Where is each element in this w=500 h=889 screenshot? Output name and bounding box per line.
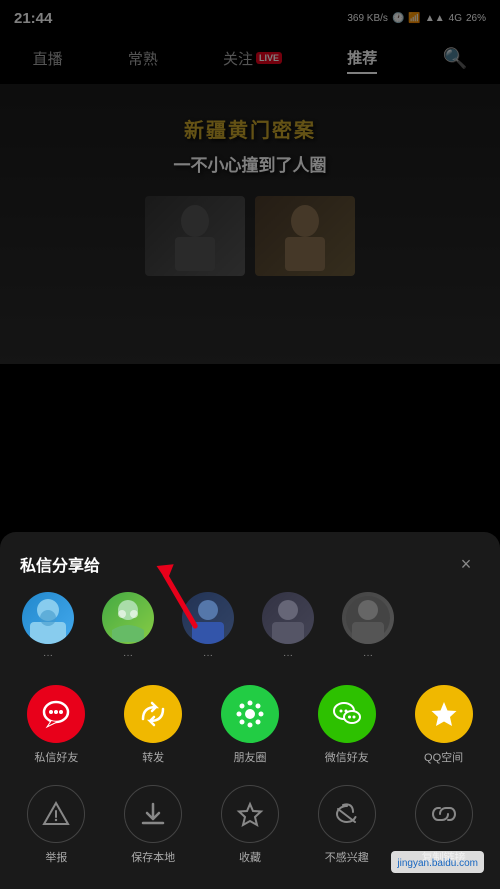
collect-label: 收藏 [239, 849, 261, 865]
forward-circle [124, 685, 182, 743]
actions-row-1: 私信好友 转发 [0, 677, 500, 769]
not-interested-label: 不感兴趣 [325, 849, 369, 865]
dm-friend-label: 私信好友 [34, 749, 78, 765]
contact-avatar-2 [102, 592, 154, 644]
contact-name-4: ··· [283, 650, 293, 661]
contact-item-5[interactable]: ··· [332, 592, 404, 661]
copy-link-circle [415, 785, 473, 843]
contact-item-4[interactable]: ··· [252, 592, 324, 661]
moments-icon [235, 699, 265, 729]
share-header: 私信分享给 × [0, 532, 500, 592]
contacts-row: ··· ··· ··· [0, 592, 500, 677]
report-label: 举报 [45, 849, 67, 865]
not-interested-circle [318, 785, 376, 843]
report-icon [42, 800, 70, 828]
moments-label: 朋友圈 [233, 749, 266, 765]
action-not-interested[interactable]: 不感兴趣 [307, 785, 387, 865]
action-moments[interactable]: 朋友圈 [210, 685, 290, 765]
collect-circle [221, 785, 279, 843]
dm-friend-circle [27, 685, 85, 743]
wechat-circle [318, 685, 376, 743]
report-circle [27, 785, 85, 843]
watermark: jingyan.baidu.com [391, 851, 484, 873]
action-forward[interactable]: 转发 [113, 685, 193, 765]
contact-name-1: ··· [43, 650, 53, 661]
save-circle [124, 785, 182, 843]
contact-3-svg [182, 592, 234, 644]
action-save[interactable]: 保存本地 [113, 785, 193, 865]
action-qq-zone[interactable]: QQ空间 [404, 685, 484, 765]
contact-item-3[interactable]: ··· [172, 592, 244, 661]
contact-2-svg [102, 592, 154, 644]
action-report[interactable]: 举报 [16, 785, 96, 865]
contact-name-3: ··· [203, 650, 213, 661]
share-title: 私信分享给 [20, 552, 100, 576]
contact-avatar-5 [342, 592, 394, 644]
save-icon [139, 800, 167, 828]
forward-label: 转发 [142, 749, 164, 765]
forward-icon [138, 699, 168, 729]
contact-4-svg [262, 592, 314, 644]
qq-zone-icon [429, 699, 459, 729]
contact-name-2: ··· [123, 650, 133, 661]
wechat-friend-label: 微信好友 [325, 749, 369, 765]
contact-item-1[interactable]: ··· [12, 592, 84, 661]
contact-item-2[interactable]: ··· [92, 592, 164, 661]
dm-icon [41, 699, 71, 729]
contact-1-svg [22, 592, 74, 644]
qq-zone-circle [415, 685, 473, 743]
save-label: 保存本地 [131, 849, 175, 865]
contact-avatar-3 [182, 592, 234, 644]
moments-circle [221, 685, 279, 743]
action-collect[interactable]: 收藏 [210, 785, 290, 865]
qq-zone-label: QQ空间 [424, 749, 463, 765]
action-wechat-friend[interactable]: 微信好友 [307, 685, 387, 765]
wechat-icon [332, 699, 362, 729]
share-sheet: 私信分享给 × ··· ··· [0, 532, 500, 889]
contact-avatar-1 [22, 592, 74, 644]
action-dm-friend[interactable]: 私信好友 [16, 685, 96, 765]
not-interested-icon [333, 800, 361, 828]
contact-avatar-4 [262, 592, 314, 644]
copy-link-icon [430, 800, 458, 828]
watermark-text: jingyan.baidu.com [397, 858, 478, 869]
close-button[interactable]: × [452, 550, 480, 578]
collect-icon [236, 800, 264, 828]
contact-5-svg [342, 592, 394, 644]
contact-name-5: ··· [363, 650, 373, 661]
